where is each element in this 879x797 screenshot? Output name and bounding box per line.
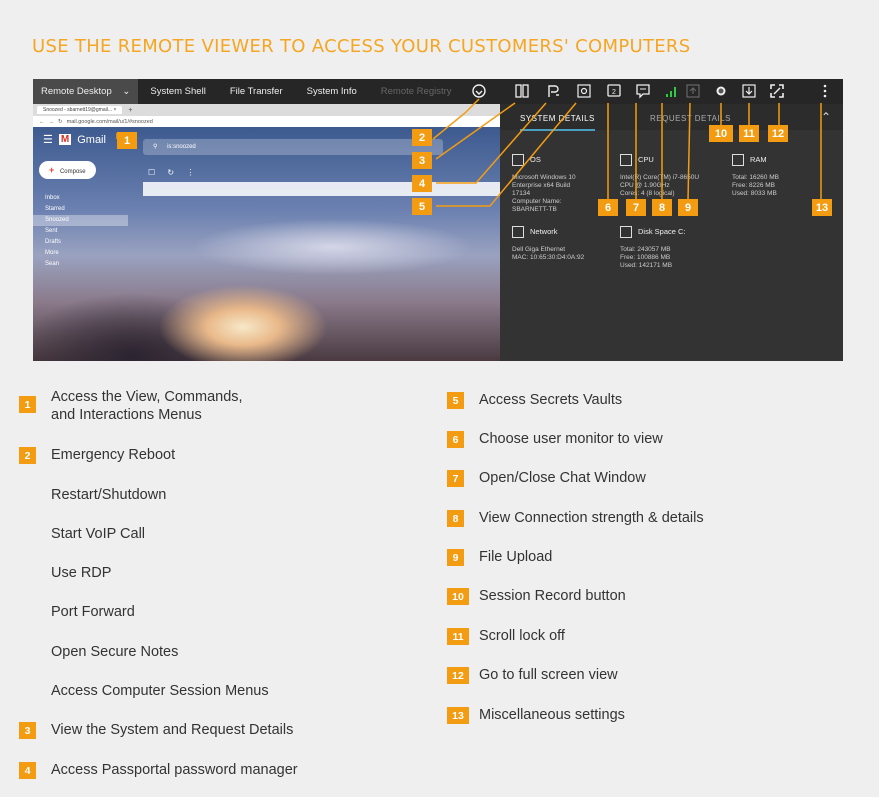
record-icon[interactable] — [713, 83, 729, 99]
callout-badge-3: 3 — [412, 152, 432, 169]
ram-section: RAM Total: 16260 MB Free: 8226 MB Used: … — [732, 154, 779, 197]
callout-badge-13: 13 — [812, 199, 832, 216]
legend-num: 9 — [447, 549, 464, 566]
tab-remote-desktop[interactable]: Remote Desktop ⌄ — [33, 79, 139, 104]
plus-icon: + — [49, 165, 55, 175]
callout-badge-12: 12 — [768, 125, 788, 142]
legend-num: 10 — [447, 588, 469, 605]
callout-badge-9: 9 — [678, 199, 698, 216]
new-tab-icon[interactable]: + — [128, 107, 132, 114]
browser-tab[interactable]: Snoozed - sbarnett19@gmail... × — [37, 106, 123, 114]
nav-more[interactable]: More — [45, 248, 128, 259]
nav-starred[interactable]: Starred — [45, 204, 128, 215]
passportal-icon[interactable] — [545, 83, 561, 99]
panel-tabs: SYSTEM DETAILS REQUEST DETAILS ⌃ — [500, 104, 843, 131]
nav-drafts[interactable]: Drafts — [45, 237, 128, 248]
callout-badge-11: 11 — [739, 125, 759, 142]
svg-text:2: 2 — [612, 89, 616, 96]
tab-system-info[interactable]: System Info — [295, 86, 369, 97]
legend-num: 8 — [447, 510, 464, 527]
legend-num: 5 — [447, 392, 464, 409]
nav-sent[interactable]: Sent — [45, 226, 128, 237]
gmail-m-icon: M — [58, 134, 72, 145]
remote-viewer-toolbar: Remote Desktop ⌄ System Shell File Trans… — [33, 79, 843, 104]
tab-system-details[interactable]: SYSTEM DETAILS — [520, 114, 595, 131]
callout-badge-10: 10 — [709, 125, 733, 142]
scroll-lock-icon[interactable] — [741, 83, 757, 99]
gmail-toolbar: ☐ ↻ ⋮ — [148, 168, 194, 177]
callout-badge-7: 7 — [626, 199, 646, 216]
upload-icon[interactable] — [685, 83, 701, 99]
network-section: Network Dell Giga Ethernet MAC: 10:65:30… — [512, 226, 585, 261]
disk-section: Disk Space C: Total: 243057 MB Free: 100… — [620, 226, 686, 269]
page-title: USE THE REMOTE VIEWER TO ACCESS YOUR CUS… — [32, 36, 691, 57]
vault-icon[interactable] — [576, 83, 592, 99]
callout-badge-2: 2 — [412, 129, 432, 146]
back-icon[interactable]: ← — [39, 119, 45, 125]
nav-inbox[interactable]: Inbox — [45, 193, 128, 204]
legend-num: 4 — [19, 762, 36, 779]
more-options-icon[interactable]: ⋮ — [186, 168, 194, 177]
url-text: mail.google.com/mail/u/1/#snoozed — [66, 118, 153, 125]
legend-num: 3 — [19, 722, 36, 739]
fullscreen-icon[interactable] — [769, 83, 785, 99]
compose-button[interactable]: + Compose — [39, 161, 96, 179]
browser-tab-strip: Snoozed - sbarnett19@gmail... × + — [33, 104, 500, 116]
tab-request-details[interactable]: REQUEST DETAILS — [650, 114, 731, 123]
gmail-sidebar: ☰ M Gmail + Compose Inbox Starred Snooze… — [33, 127, 133, 287]
select-checkbox-icon[interactable]: ☐ — [148, 168, 155, 177]
callout-badge-1: 1 — [117, 132, 137, 149]
tab-file-transfer[interactable]: File Transfer — [218, 86, 295, 97]
windows-icon — [512, 154, 524, 166]
legend-num: 1 — [19, 396, 36, 413]
system-details-panel: SYSTEM DETAILS REQUEST DETAILS ⌃ OS Micr… — [500, 104, 843, 361]
nav-user[interactable]: Sean — [45, 259, 128, 270]
reload-icon[interactable]: ↻ — [58, 119, 63, 125]
callout-badge-5: 5 — [412, 198, 432, 215]
chevron-down-icon[interactable]: ⌄ — [122, 86, 130, 97]
power-icon[interactable] — [471, 83, 487, 99]
ram-icon — [732, 154, 744, 166]
remote-viewer-screenshot: Remote Desktop ⌄ System Shell File Trans… — [33, 79, 843, 361]
gmail-message-row[interactable] — [143, 182, 500, 196]
chevron-up-icon[interactable]: ⌃ — [821, 110, 831, 124]
nav-snoozed[interactable]: Snoozed — [33, 215, 128, 226]
tab-remote-registry[interactable]: Remote Registry — [369, 86, 464, 97]
callout-badge-8: 8 — [652, 199, 672, 216]
callout-badge-4: 4 — [412, 175, 432, 192]
display-2-icon[interactable]: 2 — [606, 83, 622, 99]
legend-num: 12 — [447, 667, 469, 684]
tab-system-shell[interactable]: System Shell — [138, 86, 217, 97]
legend-num: 11 — [447, 628, 469, 645]
search-icon: ⚲ — [153, 144, 158, 150]
callout-badge-6: 6 — [598, 199, 618, 216]
more-icon[interactable] — [817, 83, 833, 99]
legend-num: 7 — [447, 470, 464, 487]
browser-url-bar[interactable]: ← → ↻ mail.google.com/mail/u/1/#snoozed — [33, 116, 500, 127]
forward-icon[interactable]: → — [49, 119, 55, 125]
cpu-icon — [620, 154, 632, 166]
menu-icon[interactable]: ☰ — [43, 133, 53, 146]
legend-num: 6 — [447, 431, 464, 448]
legend-num: 2 — [19, 447, 36, 464]
gmail-search-input[interactable]: ⚲ is:snoozed — [143, 139, 443, 155]
gmail-logo: ☰ M Gmail — [43, 133, 106, 147]
network-icon — [512, 226, 524, 238]
chat-icon[interactable] — [635, 83, 651, 99]
disk-icon — [620, 226, 632, 238]
refresh-icon[interactable]: ↻ — [167, 168, 174, 177]
monitor-select-icon[interactable] — [514, 83, 530, 99]
gmail-nav: Inbox Starred Snoozed Sent Drafts More S… — [33, 193, 128, 270]
legend-num: 13 — [447, 707, 469, 724]
cpu-section: CPU Intel(R) Core(TM) i7-8650U CPU @ 1.9… — [620, 154, 700, 197]
signal-icon[interactable] — [664, 83, 680, 99]
